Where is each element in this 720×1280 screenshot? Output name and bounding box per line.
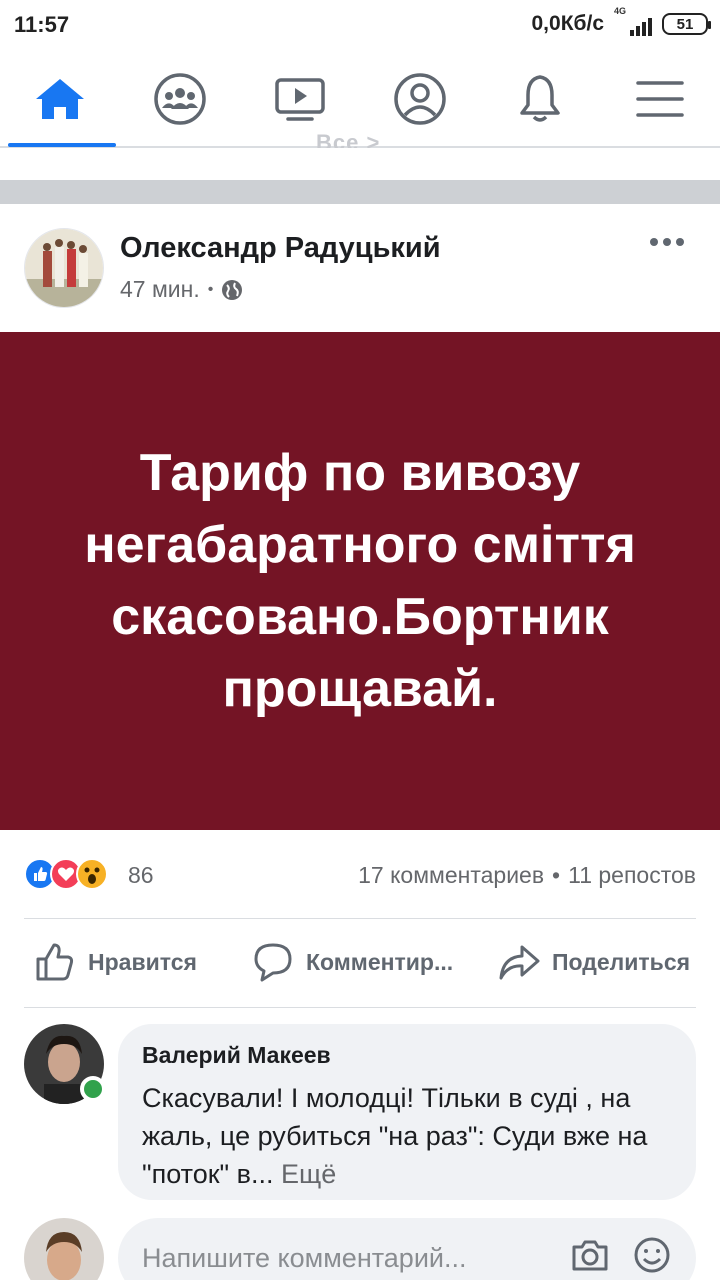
globe-icon — [222, 279, 243, 300]
reaction-count[interactable]: 86 — [128, 862, 154, 889]
comment-bubble[interactable]: Валерий Макеев Скасували! І молодці! Тіл… — [118, 1024, 696, 1200]
notifications-icon — [520, 75, 560, 122]
comment-author[interactable]: Валерий Макеев — [142, 1042, 672, 1069]
like-icon — [36, 943, 74, 981]
reaction-icons[interactable] — [24, 858, 108, 890]
nav-notifications[interactable] — [482, 52, 598, 146]
network-type: 4G — [614, 6, 627, 16]
like-label: Нравится — [88, 948, 197, 975]
reactions-summary: 86 17 комментариев • 11 репостов — [0, 830, 720, 918]
network-speed: 0,0Кб/с — [531, 12, 605, 35]
stats-separator: • — [552, 862, 561, 888]
post-text: Тариф по вивозу негабаратного сміття ска… — [84, 444, 636, 718]
battery-icon: 51 — [662, 13, 711, 35]
engagement-stats: 17 комментариев • 11 репостов — [358, 862, 696, 889]
menu-icon — [636, 81, 684, 117]
online-status-badge — [80, 1076, 106, 1102]
status-time: 11:57 — [14, 12, 70, 37]
nav-menu[interactable] — [602, 52, 718, 146]
camera-icon[interactable] — [570, 1235, 610, 1275]
comment-label: Комментир... — [306, 948, 454, 975]
watch-icon — [275, 78, 325, 121]
share-label: Поделиться — [552, 948, 691, 975]
comment-item: Валерий Макеев Скасували! І молодці! Тіл… — [0, 1008, 720, 1208]
signal-icon: 4G — [614, 6, 652, 36]
comment-button[interactable]: Комментир... — [252, 941, 453, 983]
status-indicators: 0,0Кб/с 4G 51 — [531, 6, 711, 36]
comment-input-actions — [570, 1235, 672, 1275]
see-all-link[interactable]: Все > — [316, 130, 380, 148]
wow-reaction-icon — [76, 858, 108, 890]
home-icon — [36, 79, 84, 119]
like-button[interactable]: Нравится — [34, 941, 197, 983]
post-time[interactable]: 47 мин. — [120, 276, 200, 303]
post-actions: Нравится Комментир... Поделиться — [0, 919, 720, 1007]
more-options-icon[interactable] — [650, 238, 684, 246]
post-header: Олександр Радуцький 47 мин. • — [0, 204, 720, 332]
share-button[interactable]: Поделиться — [498, 941, 690, 983]
meta-separator: • — [207, 280, 214, 298]
author-name[interactable]: Олександр Радуцький — [120, 232, 441, 265]
avatar[interactable] — [24, 228, 104, 308]
comment-body: Скасували! І молодці! Тільки в суді , на… — [142, 1083, 648, 1189]
status-bar: 11:57 0,0Кб/с 4G 51 — [0, 0, 720, 52]
feed-separator — [0, 180, 720, 204]
comment-icon — [254, 943, 292, 982]
active-tab-indicator — [8, 143, 116, 147]
share-icon — [499, 945, 540, 980]
post-content[interactable]: Тариф по вивозу негабаратного сміття ска… — [0, 332, 720, 830]
nav-home[interactable] — [2, 52, 118, 147]
profile-icon — [394, 73, 446, 125]
write-comment-bar: Напишите комментарий... — [0, 1208, 720, 1280]
emoji-icon[interactable] — [632, 1235, 672, 1275]
groups-icon — [154, 73, 206, 125]
shares-count[interactable]: 11 репостов — [568, 862, 696, 889]
see-more-link[interactable]: Ещё — [281, 1159, 336, 1189]
comment-text: Скасували! І молодці! Тільки в суді , на… — [142, 1079, 672, 1193]
comment-input-placeholder: Напишите комментарий... — [142, 1242, 467, 1273]
my-avatar — [24, 1218, 104, 1280]
post-meta: 47 мин. • — [120, 276, 243, 303]
comments-count[interactable]: 17 комментариев — [358, 862, 544, 889]
nav-groups[interactable] — [122, 52, 238, 146]
comment-input[interactable]: Напишите комментарий... — [118, 1218, 696, 1280]
